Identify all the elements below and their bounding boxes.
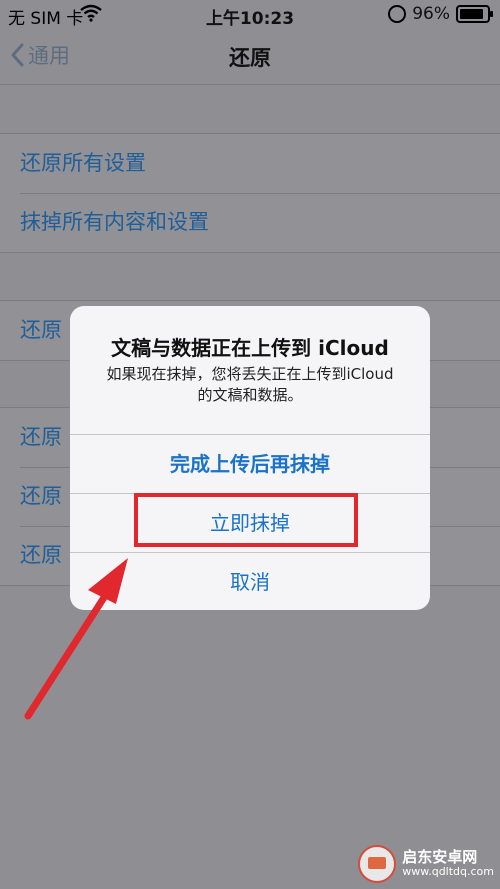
annotation-arrow [24,558,128,720]
watermark: 启东安卓网 www.qdltdq.com [358,845,494,883]
watermark-name: 启东安卓网 [402,848,478,867]
watermark-url: www.qdltdq.com [402,865,494,879]
watermark-logo-icon [358,845,397,883]
